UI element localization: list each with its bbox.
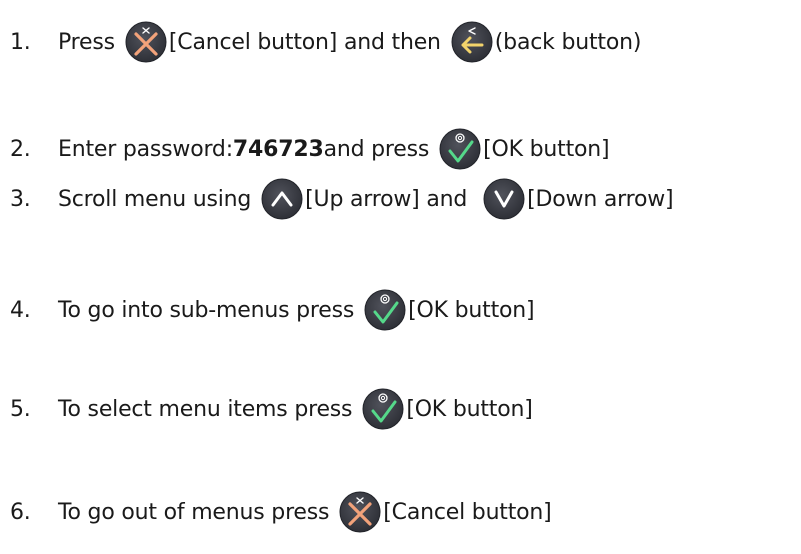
cancel-button-icon xyxy=(125,21,167,63)
instruction-step-3: 3. Scroll menu using [Up arrow] and [Dow… xyxy=(10,178,674,220)
step-text: [OK button] xyxy=(406,396,533,422)
step-text: [Cancel button] xyxy=(383,499,552,525)
instruction-step-2: 2. Enter password: 746723 and press [OK … xyxy=(10,128,610,170)
instruction-step-1: 1. Press [Cancel button] and then (back … xyxy=(10,21,641,63)
step-text: To go into sub-menus press xyxy=(58,297,355,323)
step-number: 5. xyxy=(10,396,31,422)
step-text: To go out of menus press xyxy=(58,499,330,525)
up-arrow-icon xyxy=(261,178,303,220)
ok-button-icon xyxy=(439,128,481,170)
step-text: [OK button] xyxy=(483,136,610,162)
step-text: [OK button] xyxy=(408,297,535,323)
step-text: Scroll menu using xyxy=(58,186,252,212)
cancel-button-icon xyxy=(339,491,381,533)
ok-button-icon xyxy=(364,289,406,331)
step-text: Enter password: xyxy=(58,136,233,162)
step-text: [Up arrow] and xyxy=(305,186,468,212)
step-number: 1. xyxy=(10,29,31,55)
step-number: 2. xyxy=(10,136,31,162)
instruction-step-6: 6. To go out of menus press [Cancel butt… xyxy=(10,491,552,533)
back-button-icon xyxy=(451,21,493,63)
step-number: 3. xyxy=(10,186,31,212)
down-arrow-icon xyxy=(483,178,525,220)
ok-button-icon xyxy=(362,388,404,430)
step-text: To select menu items press xyxy=(58,396,353,422)
step-text: (back button) xyxy=(494,29,642,55)
step-text: [Down arrow] xyxy=(527,186,674,212)
instruction-step-4: 4. To go into sub-menus press [OK button… xyxy=(10,289,535,331)
step-number: 4. xyxy=(10,297,31,323)
step-number: 6. xyxy=(10,499,31,525)
step-text: and press xyxy=(323,136,430,162)
step-text: [Cancel button] and then xyxy=(168,29,441,55)
instruction-step-5: 5. To select menu items press [OK button… xyxy=(10,388,533,430)
password-value: 746723 xyxy=(232,136,324,162)
step-text: Press xyxy=(58,29,115,55)
